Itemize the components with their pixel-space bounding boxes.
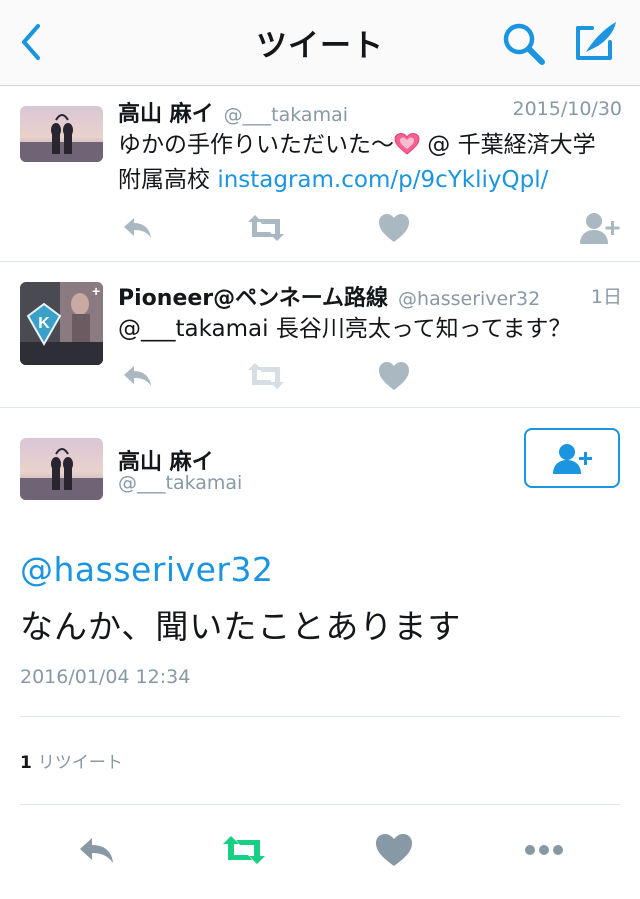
- author-name[interactable]: Pioneer@ペンネーム路線: [118, 286, 388, 311]
- like-icon[interactable]: [374, 208, 414, 248]
- more-icon[interactable]: [520, 830, 568, 870]
- divider: [20, 716, 620, 717]
- tweet-text: ゆかの手作りいただいた〜 @ 千葉経済大学 附属高校 instagram.com…: [118, 131, 596, 193]
- tweet-date: 1日: [590, 286, 622, 308]
- like-icon[interactable]: [374, 356, 414, 396]
- reply-icon[interactable]: [118, 356, 158, 396]
- tweet-text: なんか、聞いたことあります: [20, 607, 462, 646]
- retweet-label: リツイート: [37, 753, 123, 773]
- retweet-count: 1: [20, 753, 32, 773]
- mention-link[interactable]: @hasseriver32: [20, 550, 273, 589]
- follow-icon: [553, 444, 592, 474]
- pink-heart-emoji-icon: [394, 131, 420, 155]
- tweet-text: @___takamai 長谷川亮太って知ってます？: [118, 316, 572, 342]
- avatar[interactable]: [20, 438, 103, 500]
- author-name[interactable]: 高山 麻イ: [118, 102, 214, 127]
- author-handle[interactable]: @___takamai: [118, 472, 242, 494]
- author-handle[interactable]: @___takamai: [224, 104, 348, 126]
- svg-text:+: +: [92, 283, 100, 299]
- retweet-stats[interactable]: 1 リツイート: [20, 748, 123, 773]
- divider: [20, 804, 620, 805]
- reply-icon[interactable]: [118, 208, 158, 248]
- author-handle[interactable]: @hasseriver32: [398, 288, 540, 310]
- tweet[interactable]: 高山 麻イ @___takamai 2015/10/30 ゆかの手作りいただいた〜…: [0, 86, 640, 262]
- retweet-icon[interactable]: [244, 208, 288, 248]
- search-icon[interactable]: [500, 20, 546, 66]
- retweet-icon[interactable]: [244, 356, 288, 396]
- tweet[interactable]: K + Pioneer@ペンネーム路線 @hasseriver32 1日 @___…: [0, 262, 640, 408]
- avatar[interactable]: K +: [20, 282, 103, 365]
- reply-icon[interactable]: [74, 830, 122, 870]
- tweet-date: 2015/10/30: [512, 98, 622, 120]
- tweet-actions: [118, 208, 620, 248]
- tweet-timestamp: 2016/01/04 12:34: [20, 666, 191, 688]
- follow-icon[interactable]: [578, 208, 622, 248]
- navigation-bar: ツイート: [0, 0, 640, 86]
- tweet-actions: [118, 356, 620, 396]
- retweet-icon[interactable]: [220, 830, 268, 870]
- tweet-detail: 高山 麻イ @___takamai @hasseriver32 なんか、聞いたこ…: [0, 408, 640, 899]
- like-icon[interactable]: [370, 830, 418, 870]
- follow-button[interactable]: [524, 428, 620, 488]
- tweet-link[interactable]: instagram.com/p/9cYkliyQpl/: [217, 167, 548, 193]
- compose-icon[interactable]: [570, 18, 620, 64]
- avatar[interactable]: [20, 106, 103, 162]
- svg-text:K: K: [38, 315, 50, 332]
